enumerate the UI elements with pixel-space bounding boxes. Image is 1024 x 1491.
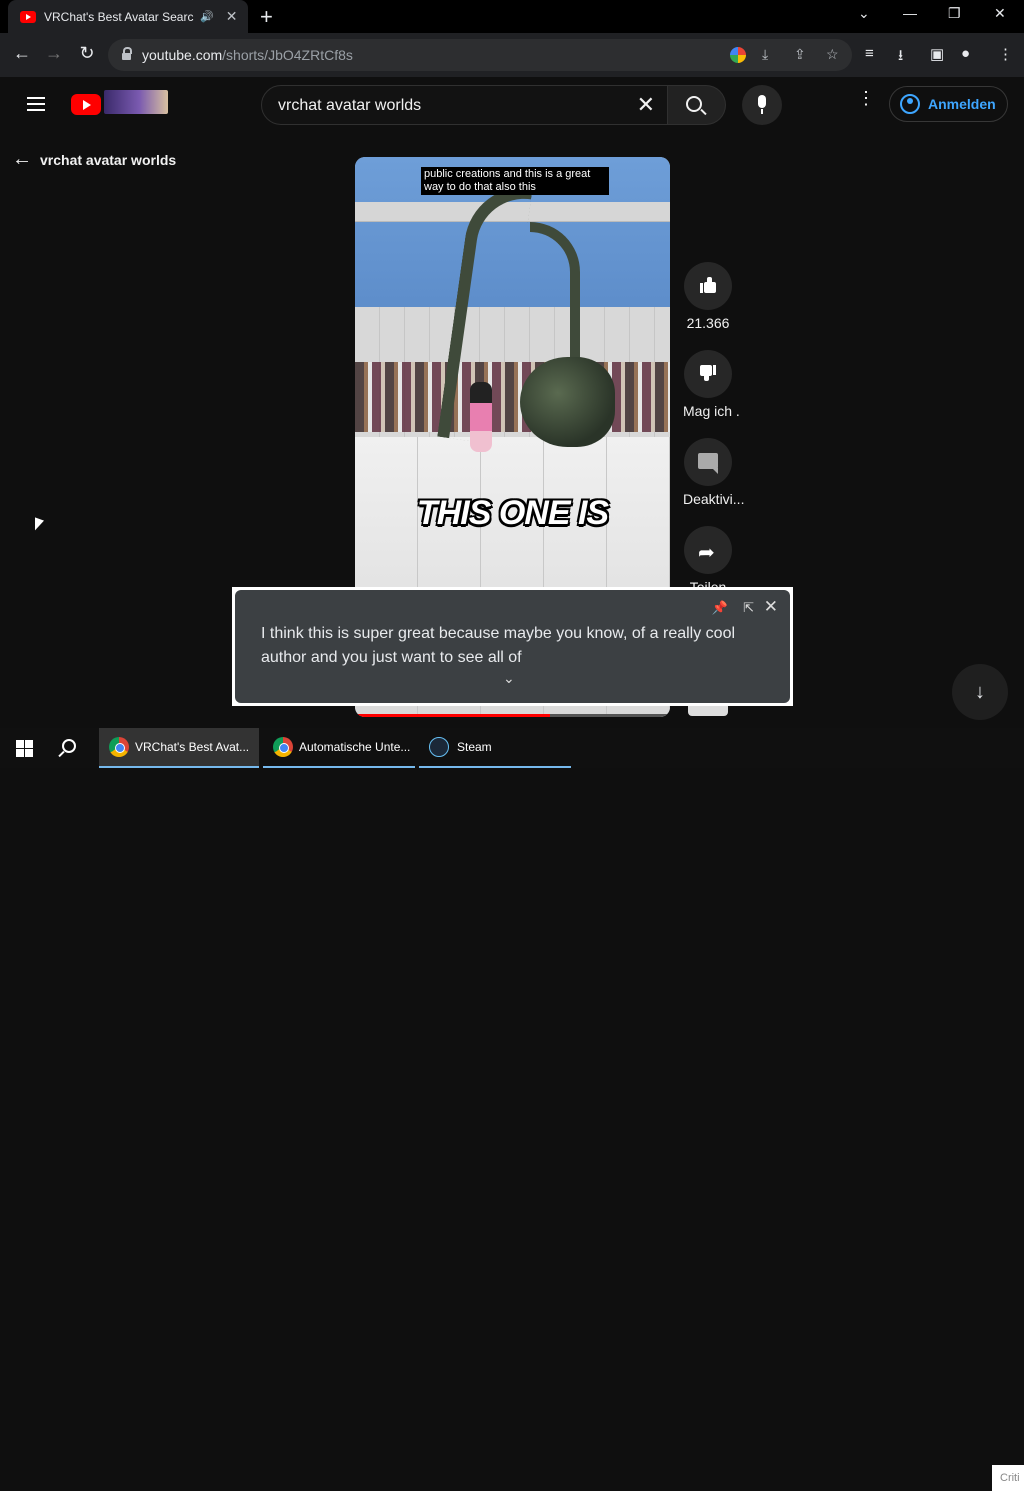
tab-title: VRChat's Best Avatar Search [44,9,194,24]
chrome-icon [109,737,129,757]
tab-audio-icon[interactable]: 🔊 [200,10,214,23]
youtube-favicon-icon [20,10,36,23]
like-button[interactable] [684,262,732,310]
tab-close-icon[interactable]: ✕ [226,8,238,25]
address-bar[interactable]: youtube.com/shorts/JbO4ZRtCf8s ⤓ ⇪ ☆ [108,39,852,71]
chrome-icon [273,737,293,757]
clear-search-icon[interactable]: ✕ [637,92,655,118]
video-progress-fill [355,714,551,717]
taskbar-item-chrome-vrchat[interactable]: VRChat's Best Avat... [99,728,259,768]
dislike-action: Mag ich . [683,350,740,419]
youtube-header: vrchat avatar worlds ✕ ⋮ Anmelden [0,77,1024,133]
reload-button[interactable]: ↻ [75,43,99,64]
lock-icon[interactable] [122,47,132,60]
share-icon[interactable]: ⇪ [794,46,806,63]
video-progress-bar[interactable] [355,714,670,717]
comments-label: Deaktivi... [683,491,745,507]
taskbar-text-field[interactable]: Criti [992,1465,1024,1491]
back-arrow-icon: ← [12,148,32,170]
comments-button[interactable] [684,438,732,486]
live-caption-panel: 📌 ⇱ ✕ I think this is super great becaus… [235,590,790,703]
share-button[interactable]: ➦ [684,526,732,574]
comments-action: Deaktivi... [683,438,745,507]
browser-tab[interactable]: VRChat's Best Avatar Search 🔊 ✕ [8,0,248,33]
search-button[interactable] [668,85,726,125]
thumbs-up-icon [700,277,716,293]
taskbar-item-steam[interactable]: Steam [419,728,571,768]
share-action: ➦ Teilen [683,526,733,588]
comment-icon [698,453,718,474]
minimize-button[interactable]: — [903,5,917,21]
forward-button[interactable]: → [42,43,66,64]
settings-menu-icon[interactable]: ⋮ [857,89,875,107]
side-panel-icon[interactable]: ▣ [930,45,944,63]
share-arrow-icon: ➦ [698,542,715,564]
chevron-down-icon[interactable]: ⌄ [503,670,515,687]
url-text[interactable]: youtube.com/shorts/JbO4ZRtCf8s [142,47,353,63]
youtube-doodle-logo[interactable] [104,90,168,114]
taskbar-item-label: Automatische Unte... [299,740,411,754]
mouse-cursor [35,517,44,534]
dislike-button[interactable] [684,350,732,398]
video-overlay-text: THIS ONE IS [416,494,609,532]
like-action: 21.366 [683,262,733,331]
taskbar-item-label: VRChat's Best Avat... [135,740,250,754]
install-icon[interactable]: ⤓ [762,46,768,63]
taskbar-item-chrome-auto[interactable]: Automatische Unte... [263,728,415,768]
profile-icon[interactable]: ● [961,45,970,62]
dislike-label: Mag ich . [683,403,740,419]
user-icon [900,94,920,114]
browser-tab-strip: VRChat's Best Avatar Search 🔊 ✕ + ⌄ — ❐ … [0,0,1024,33]
back-button[interactable]: ← [10,43,34,64]
hamburger-menu-icon[interactable] [27,97,45,111]
download-icon[interactable]: ⭳ [898,45,903,70]
like-count: 21.366 [686,315,730,331]
browser-menu-icon[interactable]: ⋮ [998,45,1013,63]
next-video-button[interactable]: ↓ [952,664,1008,720]
media-queue-icon[interactable]: ≡ [865,45,874,62]
voice-search-button[interactable] [742,85,782,125]
google-lens-icon[interactable] [730,47,746,63]
sign-in-label: Anmelden [928,96,996,112]
video-caption: public creations and this is a great way… [421,167,609,195]
new-tab-button[interactable]: + [260,4,273,30]
pin-icon[interactable]: 📌 [712,600,728,616]
live-caption-window[interactable]: 📌 ⇱ ✕ I think this is super great becaus… [232,587,793,706]
sign-in-button[interactable]: Anmelden [889,86,1008,122]
star-icon[interactable]: ☆ [826,46,839,63]
search-icon [686,96,702,112]
browser-toolbar: ← → ↻ youtube.com/shorts/JbO4ZRtCf8s ⤓ ⇪… [0,33,1024,77]
dragon-avatar [520,357,615,447]
restore-button[interactable]: ❐ [948,5,961,22]
avatar-gallery-wall [355,362,670,432]
back-to-search-link[interactable]: ← vrchat avatar worlds [12,148,176,171]
back-link-label: vrchat avatar worlds [40,151,177,168]
taskbar-search-icon[interactable] [62,739,76,753]
live-caption-text: I think this is super great because mayb… [261,625,736,666]
tab-search-dropdown-icon[interactable]: ⌄ [858,5,870,22]
close-caption-icon[interactable]: ✕ [764,597,778,617]
youtube-logo[interactable] [71,94,101,115]
microphone-icon [758,95,766,108]
thumbs-down-icon [700,365,716,381]
taskbar-item-label: Steam [457,740,492,754]
expand-icon[interactable]: ⇱ [743,600,754,616]
search-query[interactable]: vrchat avatar worlds [278,97,421,115]
search-input[interactable]: vrchat avatar worlds ✕ [261,85,668,125]
windows-start-icon[interactable] [16,740,33,757]
steam-icon [429,737,449,757]
player-avatar [470,382,492,452]
windows-taskbar: VRChat's Best Avat... Automatische Unte.… [0,728,1024,1491]
close-window-button[interactable]: ✕ [994,5,1006,22]
